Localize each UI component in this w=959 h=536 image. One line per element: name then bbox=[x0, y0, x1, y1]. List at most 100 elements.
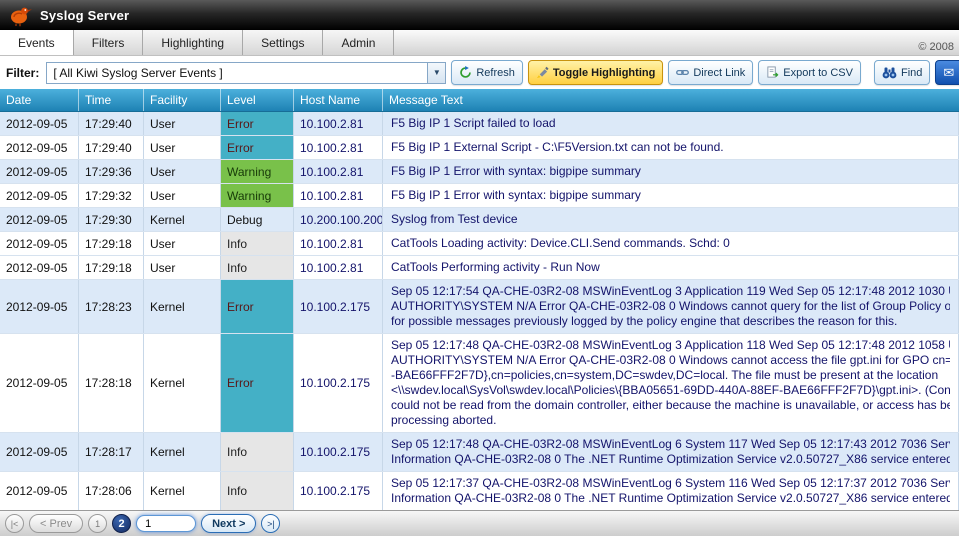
prev-page-button[interactable]: < Prev bbox=[29, 514, 84, 533]
cell-host: 10.100.2.81 bbox=[294, 160, 383, 183]
cell-time: 17:28:17 bbox=[79, 433, 144, 471]
partial-toolbar-button[interactable]: ✉ bbox=[935, 60, 959, 85]
table-row[interactable]: 2012-09-05 17:28:17 Kernel Info 10.100.2.175… bbox=[0, 433, 959, 472]
cell-facility: User bbox=[144, 112, 221, 135]
table-row[interactable]: 2012-09-05 17:29:18 User Info 10.100.2.81 Cat… bbox=[0, 232, 959, 256]
cell-host: 10.100.2.81 bbox=[294, 256, 383, 279]
tab-highlighting-label: Highlighting bbox=[161, 35, 225, 50]
chevron-down-icon[interactable]: ▼ bbox=[427, 62, 446, 83]
cell-level: Info bbox=[221, 256, 294, 279]
header-date[interactable]: Date bbox=[0, 89, 79, 111]
cell-facility: Kernel bbox=[144, 433, 221, 471]
filter-dropdown[interactable]: [ All Kiwi Syslog Server Events ] ▼ bbox=[46, 61, 447, 84]
cell-time: 17:29:40 bbox=[79, 112, 144, 135]
cell-host: 10.100.2.81 bbox=[294, 232, 383, 255]
next-page-button[interactable]: Next > bbox=[201, 514, 257, 533]
kiwi-syslog-app: Syslog Server Events Filters Highlightin… bbox=[0, 0, 959, 536]
cell-message: Syslog from Test device bbox=[383, 208, 959, 231]
title-bar: Syslog Server bbox=[0, 0, 959, 30]
cell-level: Warning bbox=[221, 184, 294, 207]
tab-bar: Events Filters Highlighting Settings Adm… bbox=[0, 30, 959, 56]
message-line: Sep 05 12:17:37 QA-CHE-03R2-08 MSWinEven… bbox=[391, 476, 950, 490]
pagination-bar: |< < Prev 1 2 Next > >| bbox=[0, 510, 959, 536]
message-line: Information QA-CHE-03R2-08 0 The .NET Ru… bbox=[391, 452, 950, 466]
tab-events[interactable]: Events bbox=[0, 30, 74, 55]
page-2-button[interactable]: 2 bbox=[112, 514, 132, 533]
cell-message: F5 Big IP 1 Error with syntax: bigpipe s… bbox=[383, 160, 959, 183]
table-row[interactable]: 2012-09-05 17:29:40 User Error 10.100.2.81 F5… bbox=[0, 112, 959, 136]
table-row[interactable]: 2012-09-05 17:28:23 Kernel Error 10.100.2.17… bbox=[0, 280, 959, 334]
message-line: Syslog from Test device bbox=[391, 212, 518, 226]
last-page-button[interactable]: >| bbox=[261, 514, 281, 533]
toggle-highlighting-button[interactable]: Toggle Highlighting bbox=[527, 60, 664, 85]
message-line: CatTools Loading activity: Device.CLI.Se… bbox=[391, 236, 730, 250]
header-level[interactable]: Level bbox=[221, 89, 294, 111]
message-line: F5 Big IP 1 Error with syntax: bigpipe s… bbox=[391, 164, 641, 178]
table-row[interactable]: 2012-09-05 17:29:32 User Warning 10.100.2.81… bbox=[0, 184, 959, 208]
message-line: AUTHORITY\SYSTEM N/A Error QA-CHE-03R2-0… bbox=[391, 299, 950, 313]
header-facility[interactable]: Facility bbox=[144, 89, 221, 111]
cell-level: Debug bbox=[221, 208, 294, 231]
cell-message: Sep 05 12:17:37 QA-CHE-03R2-08 MSWinEven… bbox=[383, 472, 959, 510]
refresh-icon bbox=[459, 66, 472, 79]
cell-date: 2012-09-05 bbox=[0, 472, 79, 510]
cell-facility: User bbox=[144, 136, 221, 159]
cell-level: Info bbox=[221, 472, 294, 510]
tab-admin[interactable]: Admin bbox=[323, 30, 395, 55]
message-line: could not be read from the domain contro… bbox=[391, 398, 950, 412]
table-row[interactable]: 2012-09-05 17:29:36 User Warning 10.100.2.81… bbox=[0, 160, 959, 184]
filter-dropdown-value: [ All Kiwi Syslog Server Events ] bbox=[53, 65, 223, 80]
tab-settings-label: Settings bbox=[261, 35, 305, 50]
direct-link-button[interactable]: Direct Link bbox=[668, 60, 754, 85]
message-line: CatTools Performing activity - Run Now bbox=[391, 260, 600, 274]
cell-facility: User bbox=[144, 160, 221, 183]
binoculars-icon bbox=[882, 67, 897, 79]
tab-filters[interactable]: Filters bbox=[73, 30, 144, 55]
header-time[interactable]: Time bbox=[79, 89, 144, 111]
direct-link-label: Direct Link bbox=[693, 66, 746, 79]
export-icon bbox=[766, 66, 779, 79]
cell-time: 17:29:40 bbox=[79, 136, 144, 159]
find-button[interactable]: Find bbox=[873, 60, 931, 85]
envelope-icon: ✉ bbox=[943, 65, 955, 80]
cell-message: F5 Big IP 1 Script failed to load bbox=[383, 112, 959, 135]
table-row[interactable]: 2012-09-05 17:29:30 Kernel Debug 10.200.100.… bbox=[0, 208, 959, 232]
tab-highlighting[interactable]: Highlighting bbox=[143, 30, 244, 55]
table-row[interactable]: 2012-09-05 17:29:40 User Error 10.100.2.81 F5… bbox=[0, 136, 959, 160]
header-message-text[interactable]: Message Text bbox=[383, 89, 959, 111]
header-host-name[interactable]: Host Name bbox=[294, 89, 383, 111]
cell-date: 2012-09-05 bbox=[0, 280, 79, 333]
copyright-text: © 2008 bbox=[918, 41, 954, 53]
app-title: Syslog Server bbox=[40, 7, 130, 23]
refresh-label: Refresh bbox=[476, 66, 515, 79]
cell-message: CatTools Performing activity - Run Now bbox=[383, 256, 959, 279]
cell-level: Error bbox=[221, 136, 294, 159]
table-row[interactable]: 2012-09-05 17:29:18 User Info 10.100.2.81 Cat… bbox=[0, 256, 959, 280]
cell-facility: User bbox=[144, 232, 221, 255]
cell-host: 10.100.2.175 bbox=[294, 280, 383, 333]
cell-host: 10.100.2.175 bbox=[294, 433, 383, 471]
cell-date: 2012-09-05 bbox=[0, 112, 79, 135]
cell-message: F5 Big IP 1 Error with syntax: bigpipe s… bbox=[383, 184, 959, 207]
cell-level: Info bbox=[221, 232, 294, 255]
cell-time: 17:29:18 bbox=[79, 232, 144, 255]
export-csv-button[interactable]: Export to CSV bbox=[758, 60, 861, 85]
table-row[interactable]: 2012-09-05 17:28:18 Kernel Error 10.100.2.17… bbox=[0, 334, 959, 433]
table-row[interactable]: 2012-09-05 17:28:06 Kernel Info 10.100.2.175… bbox=[0, 472, 959, 510]
filter-toolbar: Filter: [ All Kiwi Syslog Server Events … bbox=[0, 56, 959, 89]
kiwi-logo-icon bbox=[8, 3, 32, 27]
page-number-input[interactable] bbox=[136, 515, 197, 532]
cell-message: Sep 05 12:17:48 QA-CHE-03R2-08 MSWinEven… bbox=[383, 433, 959, 471]
first-page-button[interactable]: |< bbox=[5, 514, 24, 533]
cell-level: Error bbox=[221, 280, 294, 333]
cell-date: 2012-09-05 bbox=[0, 184, 79, 207]
cell-facility: Kernel bbox=[144, 334, 221, 432]
cell-time: 17:28:06 bbox=[79, 472, 144, 510]
refresh-button[interactable]: Refresh bbox=[451, 60, 523, 85]
cell-date: 2012-09-05 bbox=[0, 160, 79, 183]
page-1-button[interactable]: 1 bbox=[88, 514, 108, 533]
tab-settings[interactable]: Settings bbox=[243, 30, 324, 55]
message-line: <\\swdev.local\SysVol\swdev.local\Polici… bbox=[391, 383, 950, 397]
cell-message: Sep 05 12:17:54 QA-CHE-03R2-08 MSWinEven… bbox=[383, 280, 959, 333]
export-csv-label: Export to CSV bbox=[783, 66, 853, 79]
